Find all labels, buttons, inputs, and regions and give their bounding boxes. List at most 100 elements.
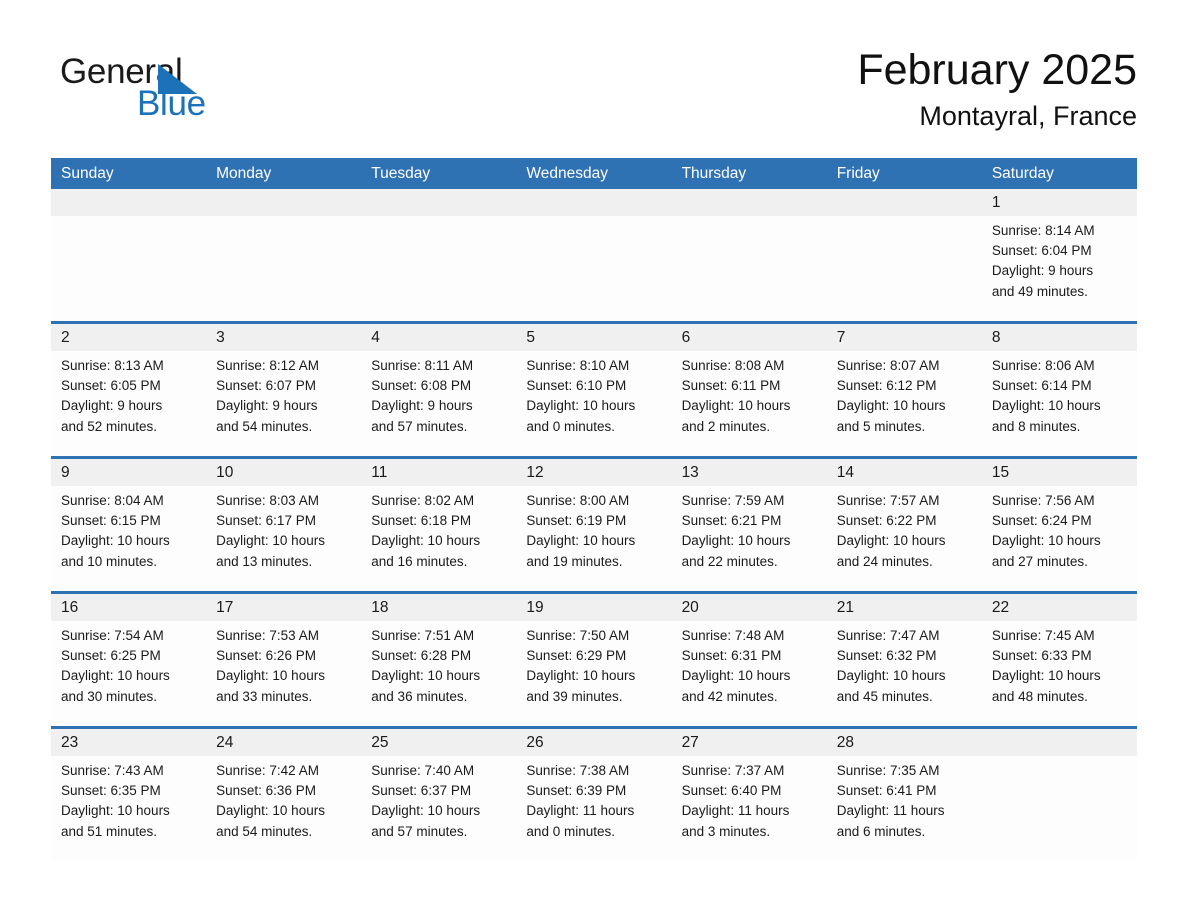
day-info-line: Sunrise: 7:42 AM [216,763,319,778]
day-info-line: Sunset: 6:10 PM [526,378,627,394]
day-info-line: Sunrise: 8:06 AM [991,358,1095,373]
day-number-empty [51,189,206,216]
day-info-line: Sunrise: 7:47 AM [836,628,940,643]
day-cell[interactable]: Sunrise: 7:57 AM Sunset: 6:22 PM Daylight:… [827,486,982,591]
day-info-line: Daylight: 10 hours [991,398,1101,414]
day-info-line: Daylight: 10 hours [526,398,636,414]
day-cell[interactable]: Sunrise: 8:08 AM Sunset: 6:11 PM Daylight:… [672,351,827,456]
week-day-numbers: 23 24 25 26 27 28 [51,729,1137,756]
day-info-line: and 42 minutes. [681,688,778,704]
day-number[interactable]: 27 [672,729,827,756]
week-day-details: Sunrise: 7:54 AM Sunset: 6:25 PM Daylight:… [51,621,1137,726]
weekday-header-row: Sunday Monday Tuesday Wednesday Thursday Frid… [51,158,1137,189]
brand-logo[interactable]: General Blue [60,52,320,132]
day-number[interactable]: 20 [672,594,827,621]
day-number-empty [361,189,516,216]
day-info-line: Sunset: 6:11 PM [681,378,781,394]
day-info-line: Sunrise: 8:10 AM [526,358,630,373]
weekday-header-sunday: Sunday [61,165,114,182]
day-number[interactable]: 17 [206,594,361,621]
day-number[interactable]: 13 [672,459,827,486]
day-number[interactable]: 1 [982,189,1137,216]
day-cell[interactable]: Sunrise: 8:07 AM Sunset: 6:12 PM Daylight:… [827,351,982,456]
day-cell[interactable]: Sunrise: 7:45 AM Sunset: 6:33 PM Daylight:… [982,621,1137,726]
day-cell-empty [51,216,206,321]
day-info-line: Sunset: 6:19 PM [526,513,627,529]
day-cell[interactable]: Sunrise: 7:54 AM Sunset: 6:25 PM Daylight:… [51,621,206,726]
day-cell[interactable]: Sunrise: 7:53 AM Sunset: 6:26 PM Daylight:… [206,621,361,726]
day-info-line: Daylight: 10 hours [216,668,325,684]
day-number[interactable]: 24 [206,729,361,756]
day-cell[interactable]: Sunrise: 8:11 AM Sunset: 6:08 PM Daylight:… [361,351,516,456]
day-cell[interactable]: Sunrise: 7:59 AM Sunset: 6:21 PM Daylight:… [672,486,827,591]
day-info-line: Sunset: 6:07 PM [216,378,316,394]
day-info-line: Sunset: 6:25 PM [61,648,161,664]
calendar-week-row: 23 24 25 26 27 28 Sunrise: 7:43 AM Sunset: 6:35… [51,729,1137,861]
day-cell[interactable]: Sunrise: 8:14 AM Sunset: 6:04 PM Daylight:… [982,216,1137,321]
day-number[interactable]: 16 [51,594,206,621]
day-info-line: Sunset: 6:29 PM [526,648,627,664]
day-cell[interactable]: Sunrise: 7:42 AM Sunset: 6:36 PM Daylight:… [206,756,361,861]
day-number[interactable]: 21 [827,594,982,621]
day-info-line: and 39 minutes. [526,688,623,704]
day-number[interactable]: 18 [361,594,516,621]
day-cell[interactable]: Sunrise: 8:00 AM Sunset: 6:19 PM Daylight:… [516,486,671,591]
day-cell-empty [206,216,361,321]
day-number[interactable]: 14 [827,459,982,486]
day-cell[interactable]: Sunrise: 7:40 AM Sunset: 6:37 PM Daylight:… [361,756,516,861]
weekday-header-saturday: Saturday [991,165,1054,182]
day-number[interactable]: 5 [516,324,671,351]
day-info-line: Sunset: 6:39 PM [526,783,627,799]
day-number[interactable]: 3 [206,324,361,351]
day-cell[interactable]: Sunrise: 8:12 AM Sunset: 6:07 PM Daylight:… [206,351,361,456]
day-info-line: Sunset: 6:33 PM [991,648,1092,664]
day-cell[interactable]: Sunrise: 7:47 AM Sunset: 6:32 PM Daylight:… [827,621,982,726]
day-cell[interactable]: Sunrise: 8:06 AM Sunset: 6:14 PM Daylight:… [982,351,1137,456]
day-number[interactable]: 2 [51,324,206,351]
day-info-line: Sunrise: 7:54 AM [61,628,164,643]
calendar-week-row: 9 10 11 12 13 14 15 Sunrise: 8:04 AM Sunset: 6:1… [51,459,1137,594]
day-number[interactable]: 4 [361,324,516,351]
day-info-line: and 3 minutes. [681,823,771,839]
day-number[interactable]: 7 [827,324,982,351]
day-cell[interactable]: Sunrise: 7:37 AM Sunset: 6:40 PM Daylight:… [672,756,827,861]
day-cell[interactable]: Sunrise: 8:13 AM Sunset: 6:05 PM Daylight:… [51,351,206,456]
day-cell[interactable]: Sunrise: 8:02 AM Sunset: 6:18 PM Daylight:… [361,486,516,591]
day-info-line: Sunrise: 7:48 AM [681,628,785,643]
day-number[interactable]: 25 [361,729,516,756]
day-number[interactable]: 8 [982,324,1137,351]
day-cell[interactable]: Sunrise: 7:51 AM Sunset: 6:28 PM Daylight:… [361,621,516,726]
day-info-line: Sunrise: 8:12 AM [216,358,319,373]
day-info-line: and 19 minutes. [526,553,623,569]
day-cell[interactable]: Sunrise: 8:03 AM Sunset: 6:17 PM Daylight:… [206,486,361,591]
day-info-line: and 16 minutes. [371,553,468,569]
day-number[interactable]: 26 [516,729,671,756]
day-info-line: Sunrise: 7:40 AM [371,763,475,778]
day-info-line: Daylight: 10 hours [61,533,170,549]
page-header: General Blue February 2025 Montayral, Fr… [51,44,1137,150]
day-number[interactable]: 12 [516,459,671,486]
day-number[interactable]: 28 [827,729,982,756]
weekday-header-monday: Monday [216,165,272,182]
day-cell[interactable]: Sunrise: 7:48 AM Sunset: 6:31 PM Daylight:… [672,621,827,726]
day-number[interactable]: 9 [51,459,206,486]
day-info-line: Sunset: 6:14 PM [991,378,1092,394]
day-number[interactable]: 15 [982,459,1137,486]
day-cell[interactable]: Sunrise: 7:56 AM Sunset: 6:24 PM Daylight:… [982,486,1137,591]
day-cell[interactable]: Sunrise: 8:04 AM Sunset: 6:15 PM Daylight:… [51,486,206,591]
day-number[interactable]: 22 [982,594,1137,621]
day-number[interactable]: 23 [51,729,206,756]
day-number[interactable]: 6 [672,324,827,351]
day-cell[interactable]: Sunrise: 7:38 AM Sunset: 6:39 PM Daylight:… [516,756,671,861]
day-info-line: and 13 minutes. [216,553,313,569]
day-number[interactable]: 10 [206,459,361,486]
day-info-line: Daylight: 10 hours [991,533,1101,549]
day-number[interactable]: 19 [516,594,671,621]
day-info-line: and 6 minutes. [836,823,926,839]
day-cell[interactable]: Sunrise: 7:50 AM Sunset: 6:29 PM Daylight:… [516,621,671,726]
day-cell[interactable]: Sunrise: 7:35 AM Sunset: 6:41 PM Daylight:… [827,756,982,861]
day-cell[interactable]: Sunrise: 7:43 AM Sunset: 6:35 PM Daylight:… [51,756,206,861]
day-cell[interactable]: Sunrise: 8:10 AM Sunset: 6:10 PM Daylight:… [516,351,671,456]
day-info-line: Sunset: 6:05 PM [61,378,161,394]
day-number[interactable]: 11 [361,459,516,486]
